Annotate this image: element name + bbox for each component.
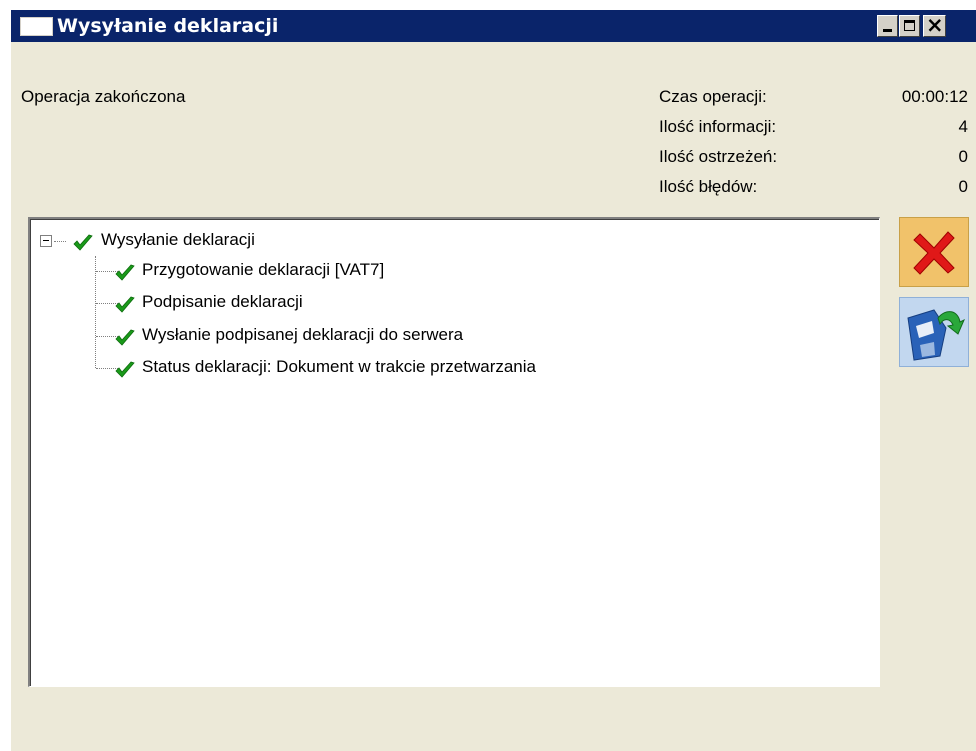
tree-child-node[interactable]: Podpisanie deklaracji — [30, 291, 730, 315]
operation-log-tree[interactable]: Wysyłanie deklaracji Przygotowanie dekla… — [28, 217, 880, 687]
tree-root-node[interactable]: Wysyłanie deklaracji — [30, 229, 430, 253]
red-x-icon — [913, 231, 955, 275]
check-icon — [115, 361, 135, 378]
warning-count-label: Ilość ostrzeżeń: — [659, 147, 778, 166]
title-bar[interactable]: Wysyłanie deklaracji × — [11, 10, 976, 42]
floppy-save-icon — [907, 309, 965, 361]
check-icon — [73, 234, 93, 251]
minimize-icon — [883, 29, 892, 32]
window-close-button[interactable]: × — [923, 13, 946, 37]
operation-time-label: Czas operacji: — [659, 87, 767, 106]
error-count-label: Ilość błędów: — [659, 177, 758, 196]
tree-node-label: Wysłanie podpisanej deklaracji do serwer… — [142, 325, 464, 344]
window-app-icon — [20, 17, 53, 36]
close-icon: × — [926, 13, 944, 37]
maximize-icon — [904, 20, 915, 31]
check-icon — [115, 329, 135, 346]
error-count-value: 0 — [958, 177, 968, 196]
info-count-label: Ilość informacji: — [659, 117, 777, 136]
tree-child-node[interactable]: Przygotowanie deklaracji [VAT7] — [30, 259, 730, 283]
check-icon — [115, 264, 135, 281]
tree-child-node[interactable]: Status deklaracji: Dokument w trakcie pr… — [30, 356, 790, 380]
tree-node-label: Podpisanie deklaracji — [142, 292, 303, 311]
maximize-button[interactable] — [899, 15, 920, 37]
operation-time-value: 00:00:12 — [901, 87, 968, 106]
check-icon — [115, 296, 135, 313]
minimize-button[interactable] — [877, 15, 898, 37]
declaration-send-window: Wysyłanie deklaracji × Operacja zakończo… — [10, 10, 976, 751]
cancel-button[interactable] — [899, 217, 969, 287]
window-title: Wysyłanie deklaracji — [57, 15, 279, 37]
save-button[interactable] — [899, 297, 969, 367]
tree-node-label: Wysyłanie deklaracji — [101, 230, 255, 249]
operation-status: Operacja zakończona — [21, 87, 186, 106]
info-count-value: 4 — [958, 117, 968, 136]
tree-node-label: Status deklaracji: Dokument w trakcie pr… — [142, 357, 536, 376]
tree-node-label: Przygotowanie deklaracji [VAT7] — [142, 260, 385, 279]
warning-count-value: 0 — [958, 147, 968, 166]
tree-child-node[interactable]: Wysłanie podpisanej deklaracji do serwer… — [30, 324, 730, 348]
